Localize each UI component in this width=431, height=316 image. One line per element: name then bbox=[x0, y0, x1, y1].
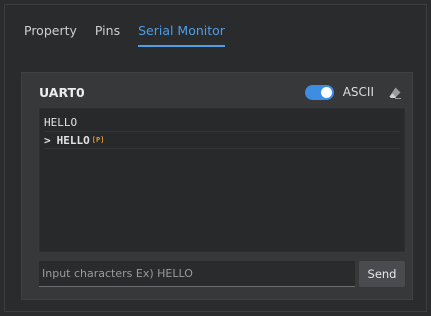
tab-property[interactable]: Property bbox=[24, 23, 77, 47]
ascii-toggle[interactable] bbox=[304, 84, 334, 100]
serial-output: HELLO > HELLO [P] bbox=[39, 108, 405, 252]
output-line: > HELLO [P] bbox=[44, 132, 400, 149]
tab-serial-monitor[interactable]: Serial Monitor bbox=[138, 23, 225, 47]
uart-title: UART0 bbox=[39, 84, 85, 100]
tab-pins[interactable]: Pins bbox=[95, 23, 120, 47]
eraser-icon[interactable] bbox=[388, 85, 402, 99]
line-tag: [P] bbox=[91, 136, 105, 144]
tab-bar: Property Pins Serial Monitor bbox=[24, 23, 225, 47]
serial-input[interactable] bbox=[39, 261, 355, 287]
line-text: HELLO bbox=[56, 134, 90, 147]
prompt-marker: > bbox=[44, 134, 51, 147]
input-row: Send bbox=[39, 261, 405, 287]
output-line: HELLO bbox=[44, 115, 400, 132]
panel-header: UART0 ASCII bbox=[39, 82, 402, 102]
ascii-label: ASCII bbox=[342, 85, 374, 99]
send-button[interactable]: Send bbox=[359, 261, 405, 287]
line-text: HELLO bbox=[44, 116, 78, 129]
uart-panel: UART0 ASCII HELLO >HELLO[P] Send bbox=[21, 72, 413, 300]
